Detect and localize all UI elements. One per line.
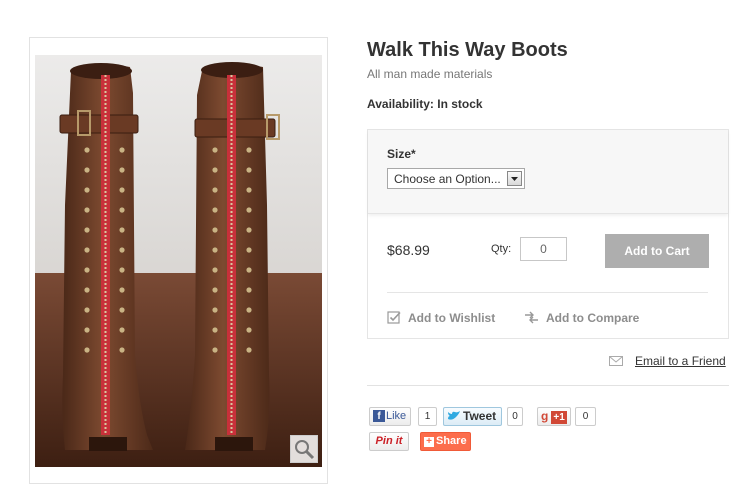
- product-options-box: Size* Choose an Option... $68.99 Qty: 0 …: [367, 129, 729, 339]
- size-select[interactable]: Choose an Option...: [387, 168, 525, 189]
- twitter-bird-icon: [447, 410, 461, 422]
- add-to-wishlist-link[interactable]: Add to Wishlist: [387, 310, 495, 328]
- compare-arrows-icon: [523, 310, 540, 328]
- google-plus-count: 0: [575, 407, 596, 426]
- magnifier-icon: [295, 440, 315, 460]
- product-description: All man made materials: [367, 67, 493, 81]
- dropdown-arrow-icon[interactable]: [507, 171, 522, 186]
- email-to-friend-link[interactable]: Email to a Friend: [609, 354, 726, 369]
- pin-it-button[interactable]: Pin it: [369, 432, 409, 451]
- zoom-button[interactable]: [290, 435, 318, 463]
- google-plus-icon: g: [541, 409, 549, 423]
- options-section: Size* Choose an Option...: [368, 130, 728, 214]
- facebook-like-button[interactable]: f Like: [369, 407, 411, 426]
- size-select-value: Choose an Option...: [394, 172, 501, 186]
- google-plus-label: +1: [551, 411, 567, 424]
- google-plus-button[interactable]: g +1: [537, 407, 571, 426]
- qty-label: Qty:: [491, 243, 512, 255]
- pin-it-label: Pin it: [375, 435, 403, 447]
- wishlist-label: Add to Wishlist: [408, 311, 496, 326]
- add-to-cart-button[interactable]: Add to Cart: [605, 234, 709, 268]
- facebook-like-count: 1: [418, 407, 437, 426]
- share-button[interactable]: + Share: [420, 432, 471, 451]
- boots-photo: [35, 55, 322, 467]
- divider: [387, 292, 708, 293]
- email-to-friend-label: Email to a Friend: [635, 354, 726, 368]
- envelope-icon: [609, 355, 623, 369]
- facebook-like-label: Like: [386, 410, 407, 422]
- tweet-button[interactable]: Tweet: [443, 407, 502, 426]
- add-to-compare-link[interactable]: Add to Compare: [523, 310, 639, 328]
- qty-input[interactable]: 0: [520, 237, 567, 261]
- product-image[interactable]: [35, 55, 322, 467]
- product-image-frame: [29, 37, 328, 484]
- product-price: $68.99: [387, 242, 430, 258]
- checkbox-icon: [387, 310, 402, 328]
- product-title: Walk This Way Boots: [367, 39, 568, 61]
- facebook-icon: f: [373, 410, 385, 422]
- share-label: Share: [436, 435, 467, 447]
- size-label: Size*: [387, 147, 416, 161]
- compare-label: Add to Compare: [546, 311, 640, 326]
- availability-status: Availability: In stock: [367, 97, 483, 111]
- plus-icon: +: [424, 437, 434, 447]
- tweet-count: 0: [507, 407, 523, 426]
- tweet-label: Tweet: [463, 409, 497, 423]
- divider: [367, 385, 729, 386]
